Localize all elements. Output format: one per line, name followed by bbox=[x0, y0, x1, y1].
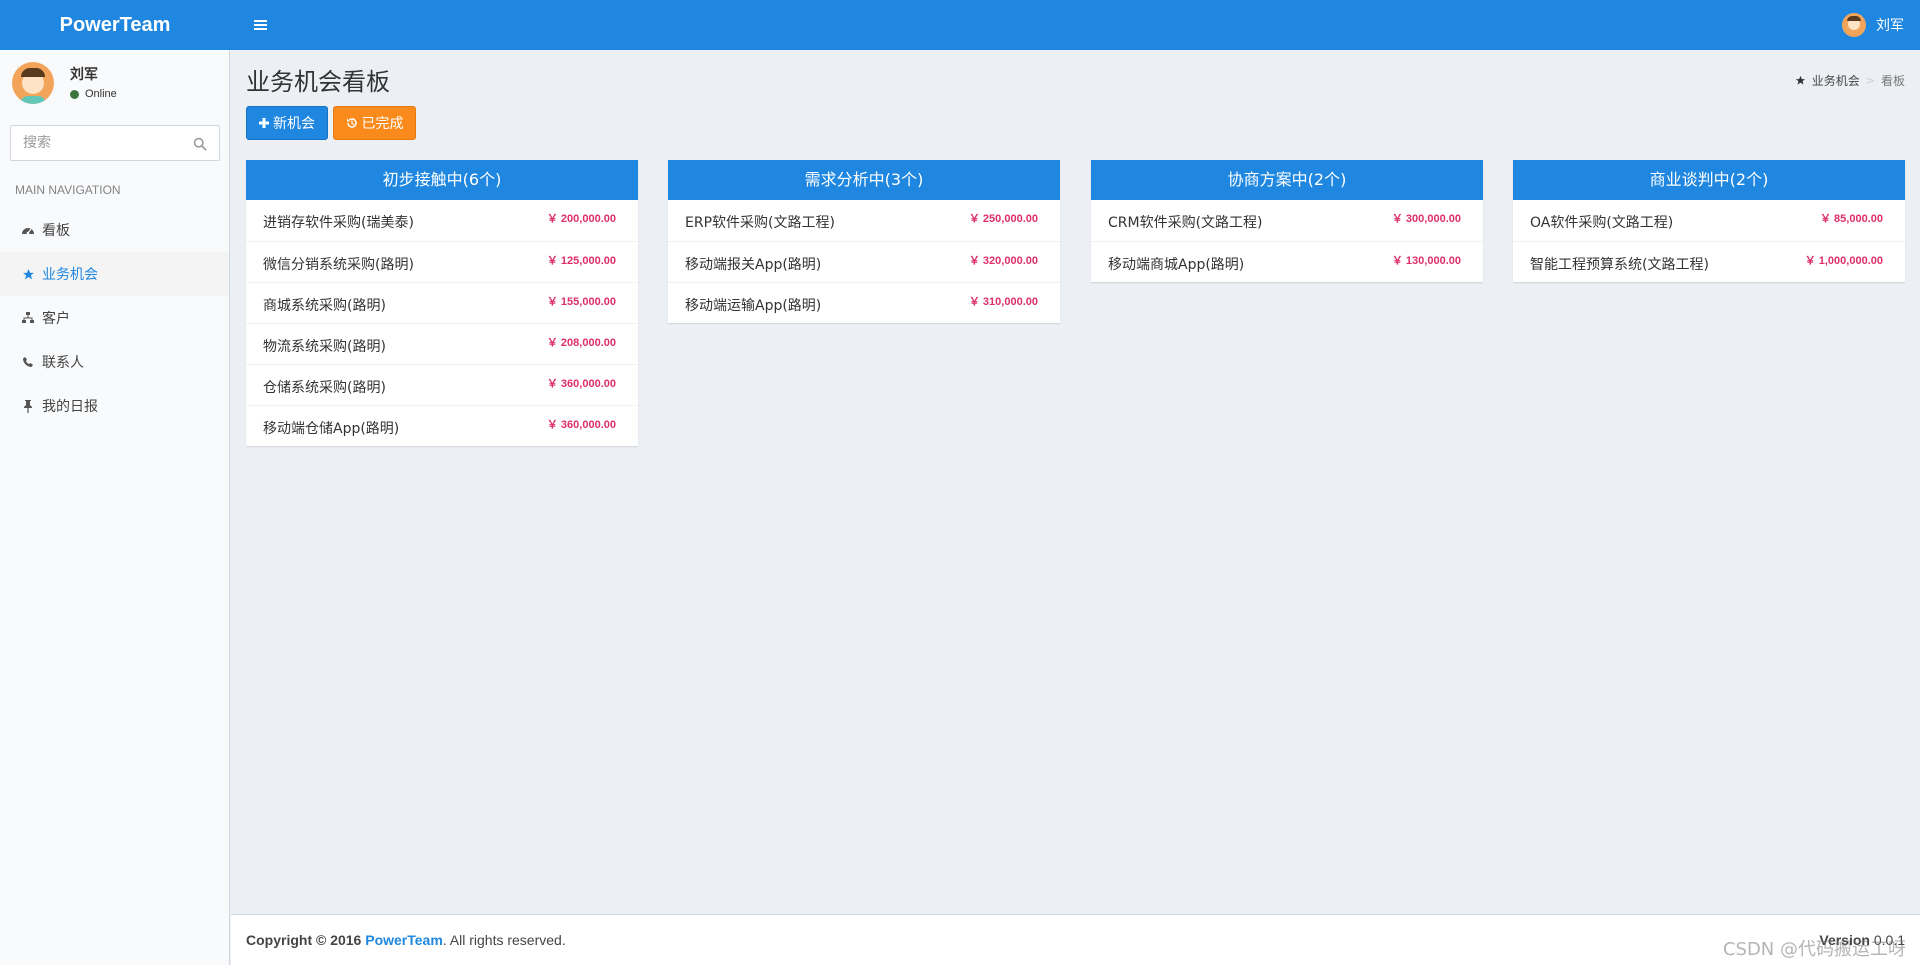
card-amount: ￥ 85,000.00 bbox=[1820, 213, 1883, 225]
column-title: 初步接触中(6个) bbox=[246, 160, 638, 200]
brand-logo[interactable]: PowerTeam bbox=[0, 0, 230, 50]
nav-header: MAIN NAVIGATION bbox=[15, 183, 121, 197]
new-opportunity-button[interactable]: 新机会 bbox=[246, 106, 328, 140]
rights-text: . All rights reserved. bbox=[442, 932, 566, 948]
board-column-solution-negotiation: 协商方案中(2个) CRM软件采购(文路工程) ￥ 300,000.00 移动端商… bbox=[1091, 160, 1483, 282]
card-name: 物流系统采购(路明) bbox=[263, 339, 386, 355]
top-navbar: PowerTeam 刘军 bbox=[0, 0, 1920, 50]
sidebar-search bbox=[10, 125, 220, 161]
sidebar-user-name: 刘军 bbox=[70, 67, 98, 83]
card-amount: ￥ 125,000.00 bbox=[546, 255, 616, 267]
avatar bbox=[12, 62, 54, 104]
card-name: 移动端仓储App(路明) bbox=[263, 421, 400, 437]
card-amount: ￥ 200,000.00 bbox=[546, 213, 616, 225]
star-icon bbox=[20, 268, 36, 281]
opportunity-card[interactable]: CRM软件采购(文路工程) ￥ 300,000.00 bbox=[1091, 200, 1483, 241]
card-amount: ￥ 1,000,000.00 bbox=[1804, 255, 1883, 267]
opportunity-card[interactable]: 进销存软件采购(瑞美泰) ￥ 200,000.00 bbox=[246, 200, 638, 241]
card-name: 移动端报关App(路明) bbox=[685, 257, 822, 273]
user-menu-name: 刘军 bbox=[1876, 18, 1904, 34]
footer-brand-link[interactable]: PowerTeam bbox=[365, 932, 443, 948]
completed-button[interactable]: 已完成 bbox=[333, 106, 416, 140]
completed-label: 已完成 bbox=[361, 116, 404, 132]
column-title: 需求分析中(3个) bbox=[668, 160, 1060, 200]
sidebar-item-customers[interactable]: 客户 bbox=[0, 296, 229, 340]
card-amount: ￥ 310,000.00 bbox=[968, 296, 1038, 308]
sidebar-item-daily-report[interactable]: 我的日报 bbox=[0, 384, 229, 428]
breadcrumb-separator: > bbox=[1865, 74, 1875, 87]
copyright-text: Copyright © 2016 bbox=[246, 932, 362, 948]
sidebar-item-dashboard[interactable]: 看板 bbox=[0, 208, 229, 252]
opportunity-card[interactable]: 移动端商城App(路明) ￥ 130,000.00 bbox=[1091, 241, 1483, 282]
card-name: ERP软件采购(文路工程) bbox=[685, 215, 835, 231]
new-opportunity-label: 新机会 bbox=[273, 116, 315, 132]
opportunity-card[interactable]: 商城系统采购(路明) ￥ 155,000.00 bbox=[246, 282, 638, 323]
sidebar-item-label: 客户 bbox=[42, 311, 70, 327]
phone-icon bbox=[20, 356, 36, 368]
sidebar-toggle-button[interactable] bbox=[238, 0, 282, 50]
sidebar-item-label: 业务机会 bbox=[42, 267, 98, 283]
star-icon bbox=[1795, 75, 1805, 85]
opportunity-card[interactable]: 移动端报关App(路明) ￥ 320,000.00 bbox=[668, 241, 1060, 282]
card-amount: ￥ 360,000.00 bbox=[546, 419, 616, 431]
sidebar-item-opportunities[interactable]: 业务机会 bbox=[0, 252, 229, 296]
card-amount: ￥ 250,000.00 bbox=[968, 213, 1038, 225]
search-input[interactable] bbox=[11, 126, 181, 160]
card-name: 商城系统采购(路明) bbox=[263, 298, 386, 314]
column-title: 商业谈判中(2个) bbox=[1513, 160, 1905, 200]
sidebar-item-label: 看板 bbox=[42, 223, 70, 239]
sidebar-item-contacts[interactable]: 联系人 bbox=[0, 340, 229, 384]
card-amount: ￥ 300,000.00 bbox=[1391, 213, 1461, 225]
card-name: CRM软件采购(文路工程) bbox=[1108, 215, 1263, 231]
search-icon[interactable] bbox=[193, 137, 207, 151]
hamburger-icon bbox=[253, 20, 267, 30]
user-status: Online bbox=[70, 88, 117, 100]
plus-icon bbox=[259, 118, 269, 128]
sidebar-nav: 看板 业务机会 客户 联系人 我的日报 bbox=[0, 208, 229, 428]
sidebar-item-label: 联系人 bbox=[42, 355, 84, 371]
card-amount: ￥ 208,000.00 bbox=[546, 337, 616, 349]
card-name: 智能工程预算系统(文路工程) bbox=[1530, 257, 1709, 273]
opportunity-card[interactable]: ERP软件采购(文路工程) ￥ 250,000.00 bbox=[668, 200, 1060, 241]
sidebar: 刘军 Online MAIN NAVIGATION 看板 业务机会 bbox=[0, 50, 230, 965]
opportunity-card[interactable]: 物流系统采购(路明) ￥ 208,000.00 bbox=[246, 323, 638, 364]
card-name: 微信分销系统采购(路明) bbox=[263, 257, 414, 273]
user-panel: 刘军 Online bbox=[0, 50, 230, 120]
pin-icon bbox=[20, 399, 36, 413]
card-name: 进销存软件采购(瑞美泰) bbox=[263, 215, 414, 231]
breadcrumb: 业务机会 > 看板 bbox=[1795, 72, 1905, 89]
page-title: 业务机会看板 bbox=[246, 68, 390, 96]
sidebar-item-label: 我的日报 bbox=[42, 399, 98, 415]
history-icon bbox=[346, 118, 357, 128]
opportunity-card[interactable]: 微信分销系统采购(路明) ￥ 125,000.00 bbox=[246, 241, 638, 282]
card-amount: ￥ 155,000.00 bbox=[546, 296, 616, 308]
board-column-requirement-analysis: 需求分析中(3个) ERP软件采购(文路工程) ￥ 250,000.00 移动端报… bbox=[668, 160, 1060, 323]
card-name: 移动端运输App(路明) bbox=[685, 298, 822, 314]
opportunity-card[interactable]: 智能工程预算系统(文路工程) ￥ 1,000,000.00 bbox=[1513, 241, 1905, 282]
footer-copyright: Copyright © 2016 PowerTeam. All rights r… bbox=[246, 932, 566, 948]
sitemap-icon bbox=[20, 312, 36, 324]
user-status-label: Online bbox=[85, 88, 117, 100]
board-column-initial-contact: 初步接触中(6个) 进销存软件采购(瑞美泰) ￥ 200,000.00 微信分销系… bbox=[246, 160, 638, 446]
card-name: 仓储系统采购(路明) bbox=[263, 380, 386, 396]
online-dot-icon bbox=[70, 89, 79, 99]
footer: Copyright © 2016 PowerTeam. All rights r… bbox=[231, 914, 1920, 965]
breadcrumb-current: 看板 bbox=[1880, 74, 1905, 88]
watermark: CSDN @代码搬运工呀 bbox=[1722, 939, 1906, 960]
opportunity-card[interactable]: 移动端仓储App(路明) ￥ 360,000.00 bbox=[246, 405, 638, 446]
column-title: 协商方案中(2个) bbox=[1091, 160, 1483, 200]
user-menu[interactable]: 刘军 bbox=[1842, 0, 1904, 50]
card-amount: ￥ 360,000.00 bbox=[546, 378, 616, 390]
board-column-business-negotiation: 商业谈判中(2个) OA软件采购(文路工程) ￥ 85,000.00 智能工程预算… bbox=[1513, 160, 1905, 282]
card-amount: ￥ 320,000.00 bbox=[968, 255, 1038, 267]
card-name: OA软件采购(文路工程) bbox=[1530, 215, 1674, 231]
opportunity-card[interactable]: OA软件采购(文路工程) ￥ 85,000.00 bbox=[1513, 200, 1905, 241]
dashboard-icon bbox=[20, 224, 36, 236]
card-amount: ￥ 130,000.00 bbox=[1391, 255, 1461, 267]
opportunity-card[interactable]: 仓储系统采购(路明) ￥ 360,000.00 bbox=[246, 364, 638, 405]
card-name: 移动端商城App(路明) bbox=[1108, 257, 1245, 273]
user-avatar-icon bbox=[1842, 13, 1866, 37]
opportunity-card[interactable]: 移动端运输App(路明) ￥ 310,000.00 bbox=[668, 282, 1060, 323]
breadcrumb-link[interactable]: 业务机会 bbox=[1812, 72, 1860, 89]
